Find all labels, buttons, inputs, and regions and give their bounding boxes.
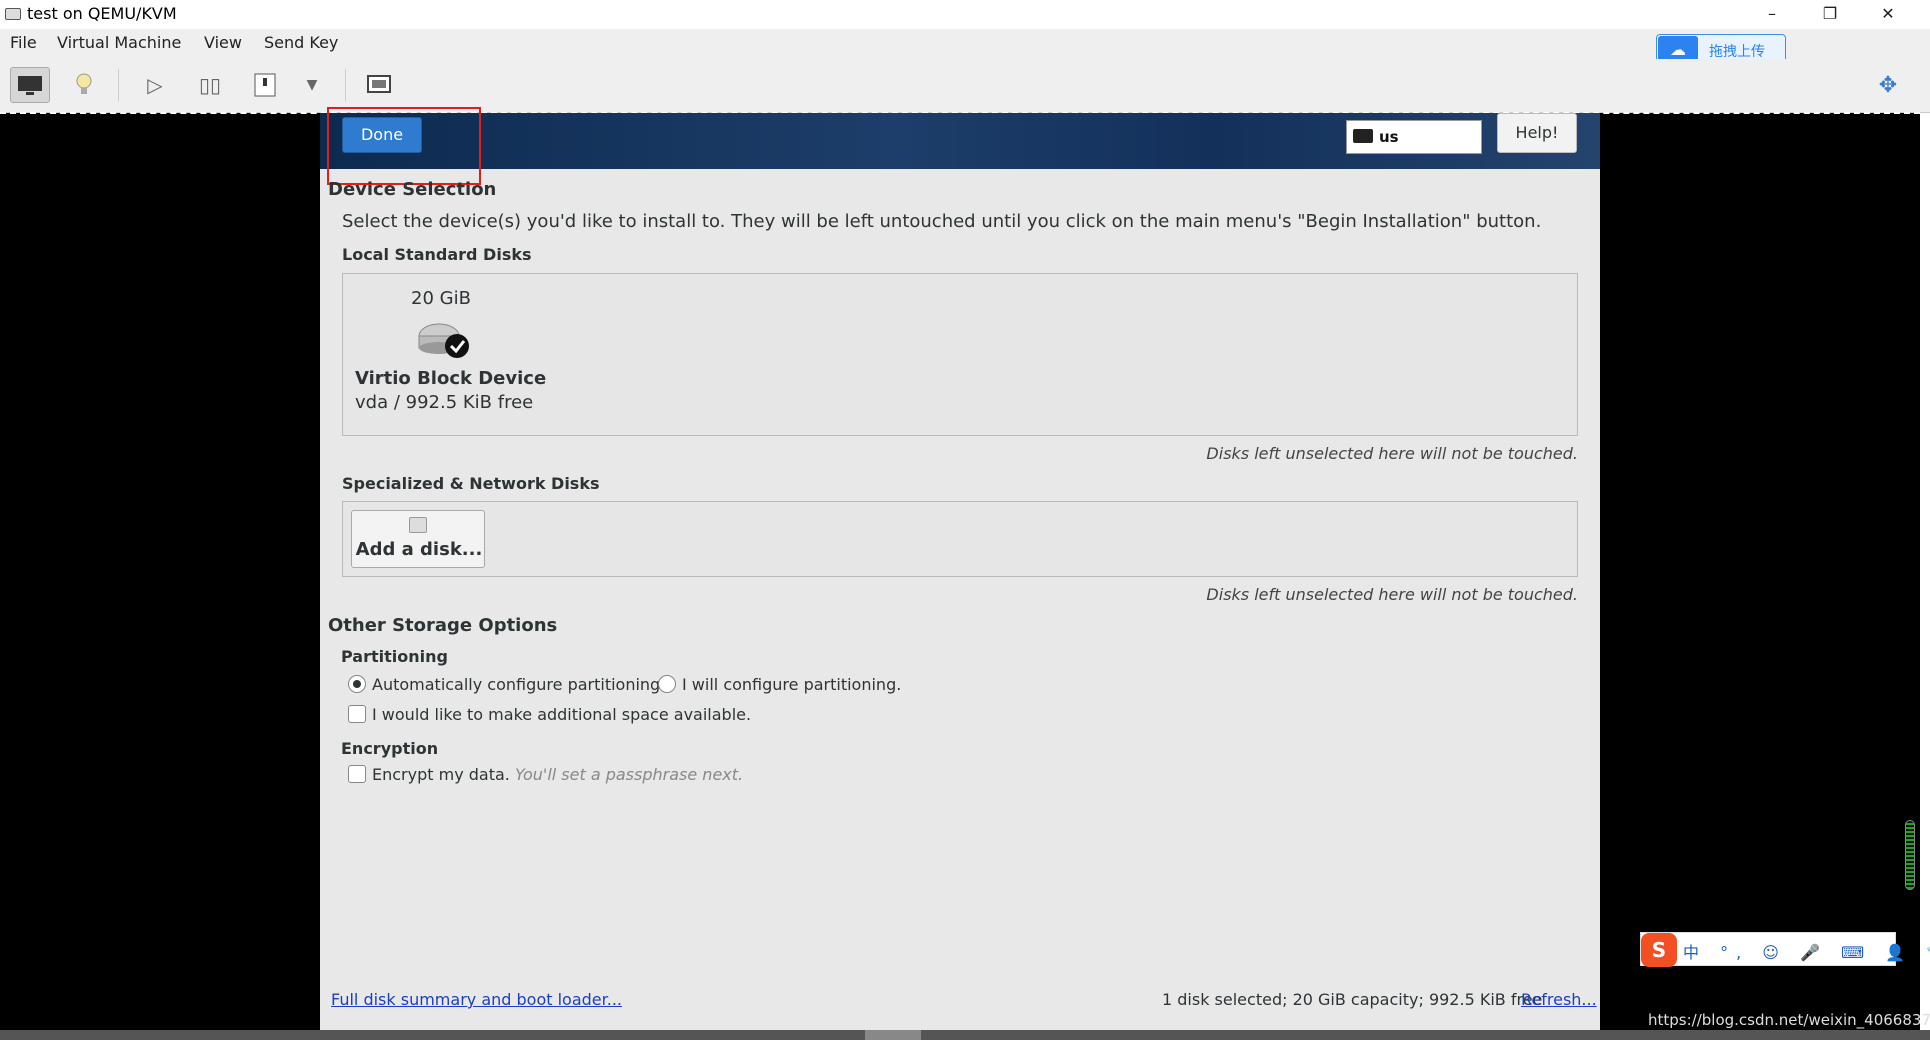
bulb-icon[interactable] xyxy=(64,67,104,103)
unselected-note-local: Disks left unselected here will not be t… xyxy=(1206,444,1578,463)
screenshot-icon[interactable] xyxy=(360,67,400,103)
device-selection-title: Device Selection xyxy=(328,179,497,200)
full-disk-summary-link[interactable]: Full disk summary and boot loader... xyxy=(331,990,622,1009)
bottom-scrollbar[interactable] xyxy=(0,1030,1930,1040)
menu-bar: File Virtual Machine View Send Key xyxy=(0,29,1930,59)
upload-label: 拖拽上传 xyxy=(1709,44,1765,60)
audio-level-bar xyxy=(1905,820,1915,890)
manual-partition-label[interactable]: I will configure partitioning. xyxy=(682,675,901,694)
installer-header: Done us Help! xyxy=(320,113,1600,169)
scrollbar-thumb[interactable] xyxy=(865,1030,921,1040)
unselected-note-specialized: Disks left unselected here will not be t… xyxy=(1206,585,1578,604)
disk-vda[interactable]: 20 GiB Virtio Block Device vda / 992.5 K… xyxy=(355,280,547,413)
encryption-title: Encryption xyxy=(341,739,439,758)
toolbar: ▷ ▯▯ ▼ xyxy=(0,59,1930,113)
disk-add-icon xyxy=(409,517,427,533)
vm-display[interactable]: Done us Help! Device Selection Select th… xyxy=(320,107,1600,1030)
encrypt-label[interactable]: Encrypt my data. You'll set a passphrase… xyxy=(372,765,743,784)
local-disks-title: Local Standard Disks xyxy=(342,245,532,264)
specialized-disks-title: Specialized & Network Disks xyxy=(342,474,600,493)
disk-size: 20 GiB xyxy=(411,288,471,309)
dropdown-icon[interactable]: ▼ xyxy=(292,67,332,103)
keyboard-icon xyxy=(1353,129,1373,143)
pause-icon[interactable]: ▯▯ xyxy=(190,67,230,103)
window-titlebar: test on QEMU/KVM – ❐ ✕ xyxy=(0,0,1930,29)
sogou-logo-icon: S xyxy=(1641,933,1677,967)
auto-partition-radio[interactable] xyxy=(348,675,366,693)
encrypt-checkbox[interactable] xyxy=(348,765,366,783)
keyboard-layout-indicator[interactable]: us xyxy=(1346,120,1482,154)
keyboard-layout-value: us xyxy=(1379,128,1399,146)
disk-status-text: 1 disk selected; 20 GiB capacity; 992.5 … xyxy=(1162,990,1543,1009)
restore-button[interactable]: ❐ xyxy=(1810,2,1850,26)
extra-space-checkbox[interactable] xyxy=(348,705,366,723)
specialized-disks-panel: Add a disk... xyxy=(342,501,1578,577)
other-storage-title: Other Storage Options xyxy=(328,615,558,636)
intro-text: Select the device(s) you'd like to insta… xyxy=(342,211,1542,232)
app-icon xyxy=(5,8,21,20)
minimize-button[interactable]: – xyxy=(1752,2,1792,26)
disk-name: Virtio Block Device xyxy=(355,368,547,389)
close-button[interactable]: ✕ xyxy=(1868,2,1908,26)
extra-space-label[interactable]: I would like to make additional space av… xyxy=(372,705,751,724)
help-button[interactable]: Help! xyxy=(1497,113,1577,153)
shutdown-icon[interactable] xyxy=(245,67,285,103)
ime-toolbar[interactable]: S 中 °, ☺ 🎤 ⌨ 👤 👕 ▦ xyxy=(1640,932,1930,967)
fullscreen-icon[interactable]: ✥ xyxy=(1872,70,1904,102)
add-disk-label: Add a disk... xyxy=(355,539,483,560)
background-window-strip xyxy=(1920,113,1930,1040)
encrypt-hint: You'll set a passphrase next. xyxy=(514,765,744,784)
auto-partition-label[interactable]: Automatically configure partitioning. xyxy=(372,675,665,694)
menu-file[interactable]: File xyxy=(10,33,37,52)
menu-view[interactable]: View xyxy=(204,33,242,52)
menu-virtual-machine[interactable]: Virtual Machine xyxy=(57,33,181,52)
play-icon[interactable]: ▷ xyxy=(135,67,175,103)
manual-partition-radio[interactable] xyxy=(658,675,676,693)
ime-tool-icons[interactable]: 中 °, ☺ 🎤 ⌨ 👤 👕 ▦ xyxy=(1683,939,1930,963)
encrypt-label-text: Encrypt my data. xyxy=(372,765,510,784)
menu-send-key[interactable]: Send Key xyxy=(264,33,338,52)
refresh-link[interactable]: Refresh... xyxy=(1521,990,1597,1009)
highlight-box xyxy=(327,107,481,185)
local-disks-panel: 20 GiB Virtio Block Device vda / 992.5 K… xyxy=(342,273,1578,436)
disk-detail: vda / 992.5 KiB free xyxy=(355,392,534,413)
add-disk-button[interactable]: Add a disk... xyxy=(351,510,485,568)
window-title: test on QEMU/KVM xyxy=(27,4,177,23)
watermark: https://blog.csdn.net/weixin_40668374 xyxy=(1648,1011,1930,1029)
hard-disk-icon xyxy=(418,323,469,358)
partitioning-title: Partitioning xyxy=(341,647,448,666)
monitor-icon[interactable] xyxy=(10,67,50,103)
